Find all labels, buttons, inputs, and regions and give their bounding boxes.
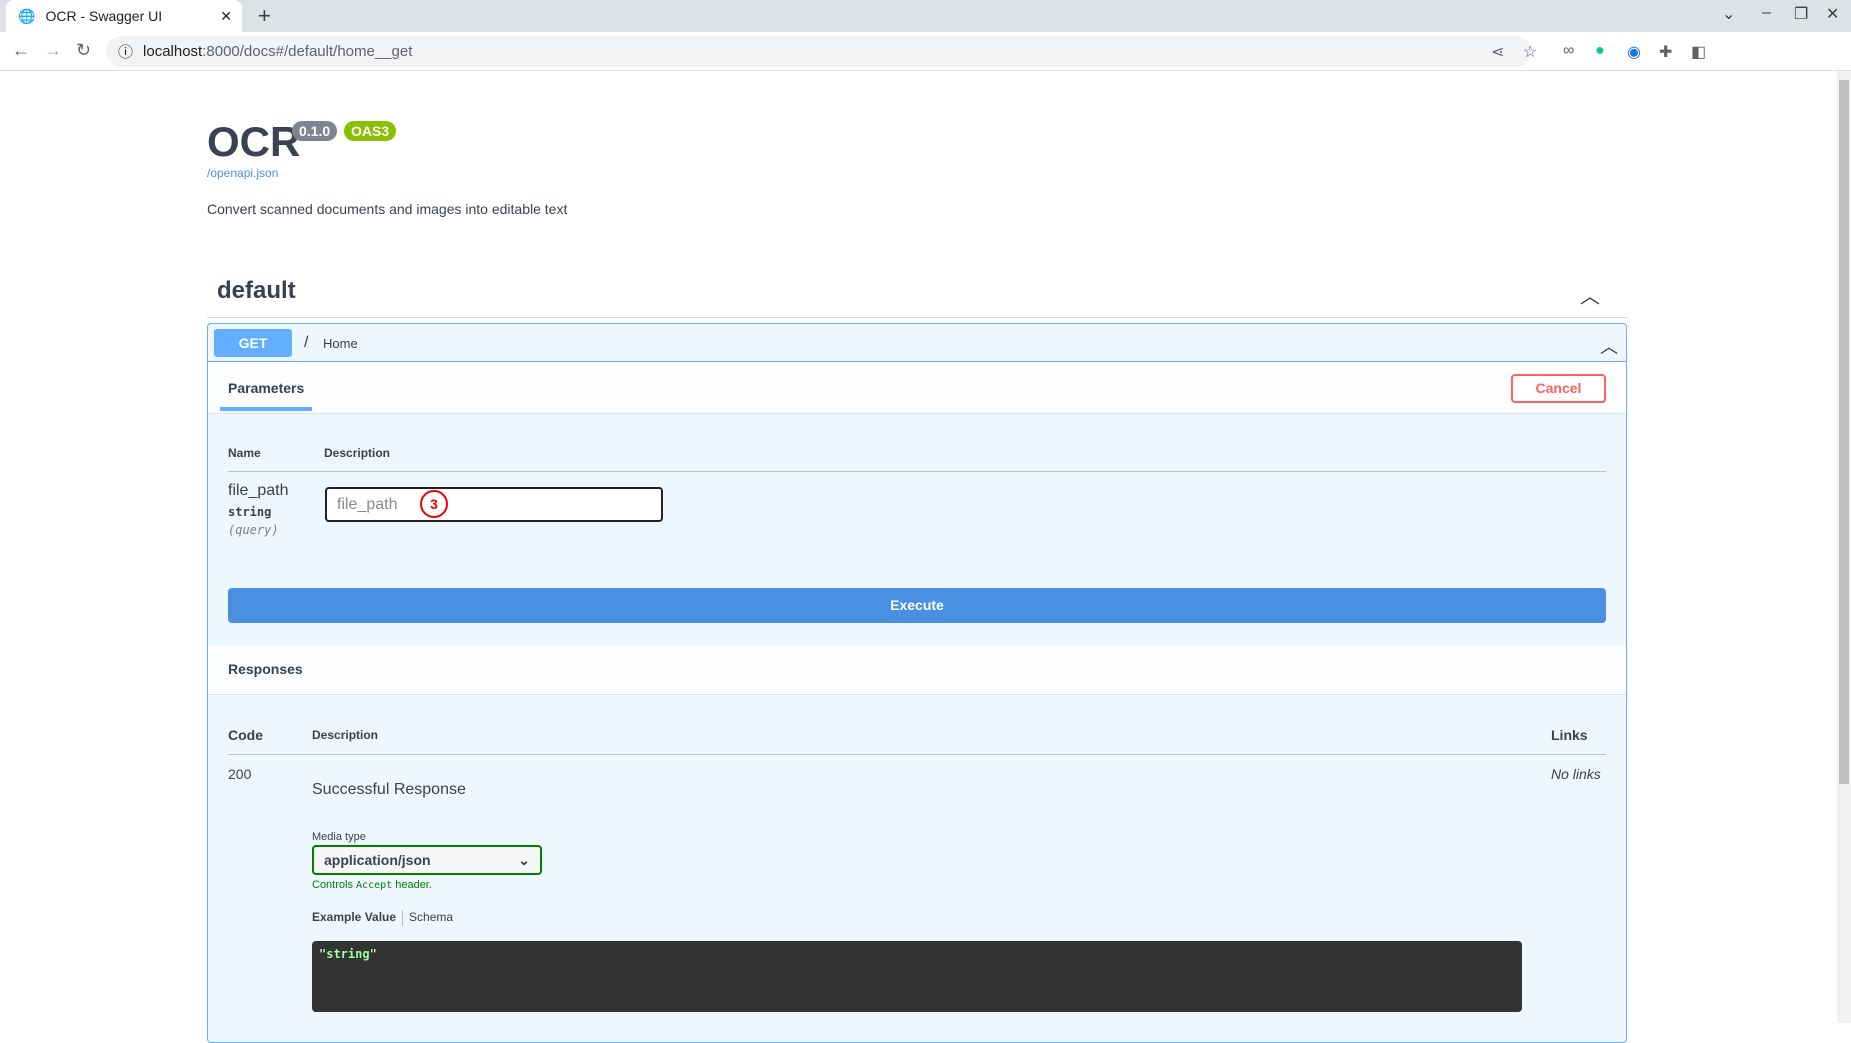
tab-bar [0,0,1851,32]
close-window-icon[interactable]: ✕ [1826,4,1839,24]
media-type-select[interactable]: application/json ⌄ [312,845,542,875]
response-links: No links [1551,766,1601,782]
tab-example-value[interactable]: Example Value [312,910,396,926]
tab-search-icon[interactable]: ⌄ [1722,4,1735,24]
chevron-up-icon[interactable]: ︿ [1580,280,1600,309]
operation-summary: Home [323,336,358,351]
tab-title: OCR - Swagger UI [45,8,163,24]
scrollbar-thumb[interactable] [1839,80,1849,784]
note-text: header. [395,879,432,891]
api-description: Convert scanned documents and images int… [207,201,568,217]
page-title: OCR [207,118,301,165]
tab-parameters[interactable]: Parameters [228,380,304,396]
param-location: (query) [228,523,279,537]
annotation-marker: 3 [420,490,448,518]
back-icon[interactable]: ← [12,40,30,61]
url-host: localhost [143,43,203,60]
version-badge: 0.1.0 [292,121,338,141]
openapi-link[interactable]: /openapi.json [207,166,278,180]
controls-accept-note: Controls Accept header. [312,879,432,891]
share-icon[interactable]: ⋖ [1491,42,1504,62]
oas-badge: OAS3 [344,121,397,141]
side-panel-icon[interactable]: ◧ [1691,42,1706,62]
method-badge: GET [214,329,292,357]
column-header-description: Description [312,728,379,742]
divider [228,471,1606,472]
column-header-description: Description [324,446,391,460]
divider [402,910,404,926]
param-type: string [228,505,272,519]
chevron-up-icon[interactable]: ︿ [1600,333,1618,359]
forward-icon[interactable]: → [44,40,62,61]
column-header-name: Name [228,446,261,460]
tab-indicator [220,407,312,411]
globe-icon: 🌐 [18,7,36,24]
screen-record-icon[interactable]: ◉ [1627,42,1641,62]
file-path-input[interactable] [325,487,663,522]
puzzle-icon[interactable]: ✚ [1659,42,1672,62]
response-code: 200 [228,766,252,782]
response-description: Successful Response [312,781,466,798]
example-tabs: Example Value Schema [312,910,453,926]
reload-icon[interactable]: ↻ [76,40,91,61]
example-code-block: "string" [312,941,1522,1012]
bookmark-star-icon[interactable]: ☆ [1523,42,1537,62]
section-title[interactable]: default [217,277,296,305]
cancel-button[interactable]: Cancel [1511,374,1606,403]
info-icon: ⓘ [118,44,134,61]
column-header-links: Links [1551,727,1588,743]
divider [228,754,1606,755]
responses-bar [208,645,1626,695]
tab-schema[interactable]: Schema [409,910,453,926]
url-path: :8000/docs#/default/home__get [202,43,413,60]
parameters-bar [208,363,1626,414]
note-text: Controls [312,879,353,891]
responses-title: Responses [228,661,303,677]
chevron-down-icon: ⌄ [518,851,530,868]
new-tab-icon[interactable]: + [258,3,271,29]
restore-icon[interactable]: ❐ [1794,4,1808,24]
param-name: file_path [228,482,289,499]
divider [207,317,1627,318]
minimize-icon[interactable]: – [1762,4,1771,22]
media-type-label: Media type [312,831,366,843]
execute-button[interactable]: Execute [228,588,1606,623]
address-bar[interactable]: ⓘ localhost:8000/docs#/default/home__get [106,36,1531,67]
close-tab-icon[interactable]: ✕ [220,8,232,25]
extension-icon[interactable]: ∞ [1563,42,1574,60]
operation-header[interactable] [208,324,1626,362]
media-type-value: application/json [324,852,431,868]
operation-path: / [304,334,309,351]
column-header-code: Code [228,727,263,743]
browser-tab[interactable]: 🌐 OCR - Swagger UI ✕ [6,0,242,32]
grammarly-icon[interactable]: ● [1595,42,1605,60]
note-code: Accept [356,880,393,891]
